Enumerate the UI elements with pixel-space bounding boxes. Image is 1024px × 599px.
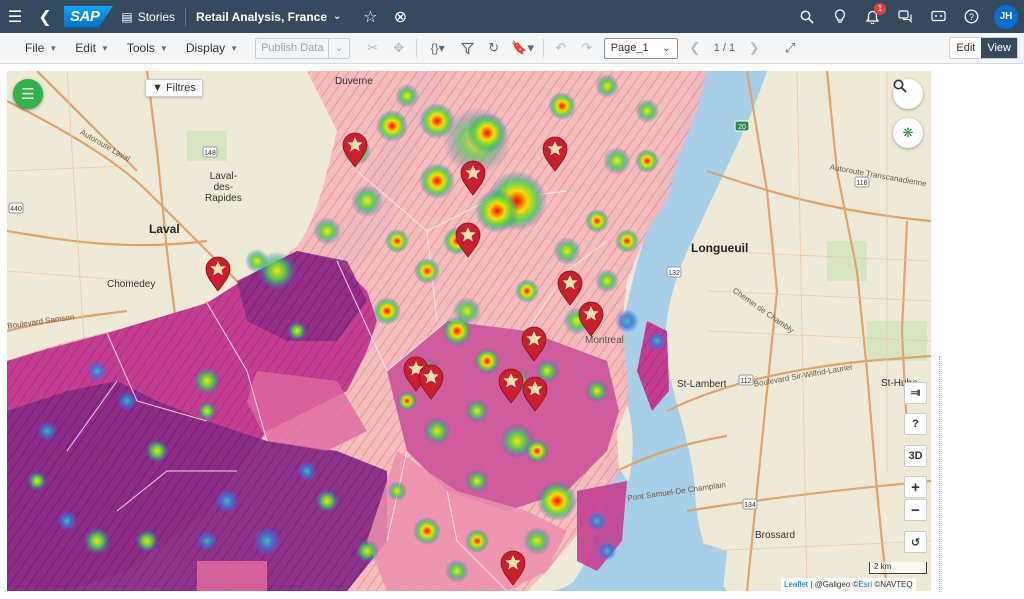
zoom-out-button[interactable]: − [904,499,927,521]
place-label-chomedey: Chomedey [107,279,156,290]
formula-braces-icon[interactable]: {}▾ [421,35,455,61]
3d-toggle-button[interactable]: 3D [904,445,927,467]
move-icon[interactable]: ✥ [386,35,412,61]
route-shield-112: 112 [740,378,751,385]
story-title-text: Retail Analysis, France [196,9,327,24]
menu-display[interactable]: Display ▼ [177,33,247,64]
feedback-icon[interactable] [922,0,955,33]
menu-edit-label: Edit [75,41,96,55]
attribution-credit: | @Galigeo © [810,580,859,589]
divider [415,39,417,57]
next-page-icon[interactable]: ❯ [741,35,767,61]
favorite-star-icon[interactable]: ☆ [355,0,385,33]
route-shield-132: 132 [668,270,680,277]
menu-file[interactable]: File ▼ [0,33,66,64]
chat-icon[interactable] [889,0,922,33]
fullscreen-icon[interactable]: ⤢ [777,35,803,61]
shell-actions: 1 ? JH [790,0,1024,33]
stories-icon: ▤ [121,9,133,24]
route-shield-116: 116 [856,180,867,187]
help-button[interactable]: ? [904,413,927,435]
cut-icon[interactable]: ✂ [360,35,386,61]
back-icon[interactable]: ❮ [30,0,60,33]
shell-bar: ☰ ❮ SAP ▤ Stories Retail Analysis, Franc… [0,0,1024,33]
page-indicator: 1 / 1 [713,42,736,54]
edit-view-toggle: Edit View [949,37,1018,59]
leaflet-link[interactable]: Leaflet [784,580,808,589]
route-shield-134: 134 [744,502,756,509]
chevron-down-icon: ▼ [230,43,239,53]
story-toolbar: File ▼ Edit ▼ Tools ▼ Display ▼ Publish Data… [0,33,1024,64]
share-button[interactable]: ⫥ [904,382,927,404]
undo-icon[interactable]: ↶ [548,35,574,61]
map-search-button[interactable] [893,79,923,109]
menu-icon: ☰ [21,86,35,103]
filter-icon[interactable] [455,35,481,61]
map-layers-button[interactable]: ❋ [893,118,923,148]
filters-label: Filtres [165,82,196,94]
attribution-navteq: ©NAVTEQ [874,580,913,589]
story-title[interactable]: Retail Analysis, France ⌄ [196,10,341,24]
chevron-down-icon: ⌄ [662,42,671,54]
redo-icon[interactable]: ↷ [574,35,600,61]
stories-link[interactable]: ▤ Stories [121,10,175,24]
place-label-duvernay: Duverne [335,76,373,87]
map-attribution: Leaflet | @Galigeo ©Esri ©NAVTEQ [781,578,916,591]
menu-file-label: File [25,41,45,55]
place-label-laval-des-rapides: Laval- des- Rapides [205,171,242,204]
view-mode-button[interactable]: View [981,38,1017,58]
route-shield-148: 148 [204,150,216,157]
reset-view-button[interactable]: ↺ [904,531,927,553]
page-select[interactable]: Page_1 ⌄ [603,37,678,59]
filters-button[interactable]: ▼ Filtres [145,79,203,97]
bookmark-icon[interactable]: 🔖▾ [507,35,539,61]
help-icon[interactable]: ? [955,0,988,33]
route-shield-440: 440 [10,206,22,213]
notifications-bell-icon[interactable]: 1 [856,0,889,33]
chevron-down-icon: ▼ [100,43,109,53]
panel-edge-divider [939,356,940,592]
stories-label: Stories [137,9,176,24]
chevron-down-icon: ▼ [49,43,58,53]
publish-data-button[interactable]: Publish Data ⌄ [255,37,350,59]
edit-mode-button[interactable]: Edit [950,38,982,58]
sap-logo[interactable]: SAP [64,5,114,28]
menu-icon[interactable]: ☰ [0,0,30,33]
esri-link[interactable]: Esri [858,580,872,589]
reset-icon: ↺ [910,536,921,549]
user-avatar[interactable]: JH [994,4,1018,29]
share-icon: ⫥ [910,386,921,399]
close-circle-icon[interactable]: ⊗ [385,0,415,33]
filter-icon: ▼ [152,82,163,94]
geo-map[interactable]: 148 440 132 112 134 116 20 Laval Longueu… [7,71,931,591]
refresh-icon[interactable]: ↻ [481,35,507,61]
search-icon [893,79,907,93]
place-label-longueuil: Longueuil [691,241,749,255]
menu-display-label: Display [185,41,226,55]
page-select-value: Page_1 [610,42,649,54]
search-icon[interactable] [790,0,823,33]
publish-data-label: Publish Data [261,41,324,54]
route-shield-20: 20 [738,124,746,131]
divider [542,39,544,57]
prev-page-icon[interactable]: ❮ [682,35,708,61]
place-label-brossard: Brossard [755,530,796,541]
zoom-in-button[interactable]: + [904,476,927,498]
chevron-down-icon[interactable]: ⌄ [328,38,348,58]
menu-tools[interactable]: Tools ▼ [118,33,177,64]
map-pin-group-icon: ❋ [902,125,914,140]
map-menu-button[interactable]: ☰ [13,79,43,109]
chevron-down-icon: ⌄ [333,11,342,22]
menu-tools-label: Tools [126,41,155,55]
divider [185,7,187,26]
place-label-st-lambert: St-Lambert [677,379,727,390]
menu-edit[interactable]: Edit ▼ [66,33,118,64]
map-scale: 2 km [869,562,927,574]
lightbulb-icon[interactable] [823,0,856,33]
chevron-down-icon: ▼ [159,43,168,53]
svg-text:?: ? [969,12,974,22]
place-label-laval: Laval [149,222,180,236]
notification-badge: 1 [874,3,886,15]
place-label-montreal: Montreal [585,335,624,346]
